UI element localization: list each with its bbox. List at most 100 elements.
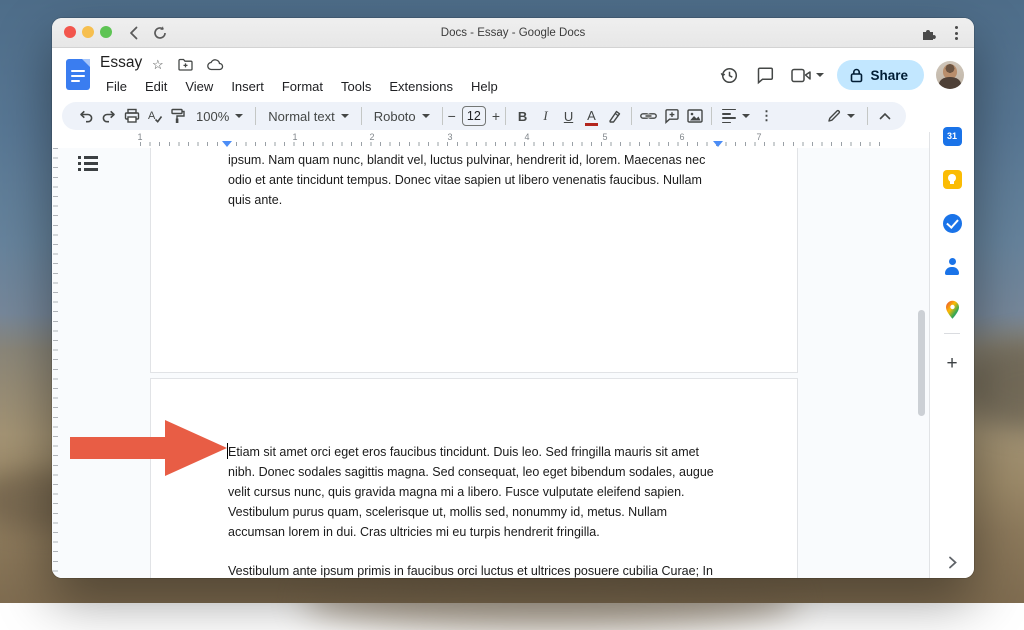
doc-text-line: velit cursus nunc, quis gravida magna mi… — [228, 482, 685, 502]
chevron-down-icon — [341, 114, 349, 118]
chevron-down-icon — [847, 114, 855, 118]
toolbar-separator — [631, 107, 632, 125]
ruler-number: 1 — [292, 132, 297, 142]
underline-button[interactable]: U — [557, 104, 580, 128]
menu-view[interactable]: View — [176, 77, 222, 96]
toolbar-separator — [867, 107, 868, 125]
pen-icon — [827, 109, 841, 123]
document-page-2[interactable]: Etiam sit amet orci eget eros faucibus t… — [150, 378, 798, 578]
increase-font-size-button[interactable]: + — [492, 108, 500, 124]
doc-text-line: accumsan lorem in dui. Cras ultricies mi… — [228, 522, 600, 542]
side-panel-separator — [944, 333, 960, 334]
spell-check-icon[interactable]: A — [143, 104, 166, 128]
paragraph-style-select[interactable]: Normal text — [261, 104, 355, 128]
add-comment-icon[interactable] — [660, 104, 683, 128]
insert-link-icon[interactable] — [637, 104, 660, 128]
desert-dune — [300, 570, 800, 630]
document-page-1[interactable]: ipsum. Nam quam nunc, blandit vel, luctu… — [150, 148, 798, 373]
doc-text-line: Etiam sit amet orci eget eros faucibus t… — [228, 442, 699, 462]
comments-icon[interactable] — [753, 63, 777, 87]
menu-edit[interactable]: Edit — [136, 77, 176, 96]
menu-help[interactable]: Help — [462, 77, 507, 96]
meet-video-call-icon[interactable] — [789, 63, 825, 87]
browser-tab-title: Docs - Essay - Google Docs — [52, 18, 974, 48]
ruler-number: 1 — [137, 132, 142, 142]
show-side-panel-chevron-icon[interactable] — [939, 549, 965, 575]
ruler-ticks — [140, 142, 889, 146]
vertical-scrollbar[interactable] — [918, 310, 925, 416]
left-indent-marker[interactable] — [222, 141, 232, 147]
google-calendar-icon[interactable]: 31 — [939, 123, 965, 149]
google-contacts-icon[interactable] — [939, 254, 965, 280]
google-docs-logo-icon[interactable] — [66, 59, 90, 90]
text-color-button[interactable]: A — [580, 104, 603, 128]
font-family-value: Roboto — [374, 109, 416, 124]
document-canvas[interactable]: ipsum. Nam quam nunc, blandit vel, luctu… — [52, 148, 929, 578]
show-document-outline-icon[interactable] — [78, 156, 98, 174]
google-tasks-icon[interactable] — [939, 210, 965, 236]
insert-image-icon[interactable] — [683, 104, 706, 128]
decrease-font-size-button[interactable]: − — [448, 108, 456, 124]
ruler-number: 5 — [602, 132, 607, 142]
font-size-input[interactable]: 12 — [462, 106, 486, 126]
get-add-ons-button[interactable]: + — [939, 351, 965, 377]
extensions-puzzle-icon[interactable] — [920, 26, 936, 42]
zoom-select[interactable]: 100% — [189, 104, 250, 128]
svg-text:A: A — [148, 110, 156, 122]
paint-format-icon[interactable] — [166, 104, 189, 128]
align-left-icon — [722, 109, 736, 124]
document-status-cloud-icon[interactable] — [207, 59, 224, 71]
bold-button[interactable]: B — [511, 104, 534, 128]
right-indent-marker[interactable] — [713, 141, 723, 147]
browser-menu-icon[interactable] — [955, 26, 958, 40]
zoom-value: 100% — [196, 109, 229, 124]
vertical-ruler — [53, 148, 58, 578]
chevron-down-icon — [422, 114, 430, 118]
browser-window: Docs - Essay - Google Docs Essay ☆ File … — [52, 18, 974, 578]
star-icon[interactable]: ☆ — [152, 57, 164, 73]
menu-format[interactable]: Format — [273, 77, 332, 96]
print-icon[interactable] — [120, 104, 143, 128]
google-keep-icon[interactable] — [939, 166, 965, 192]
toolbar-more-icon[interactable]: ⋮ — [755, 104, 778, 128]
annotation-arrow — [70, 420, 228, 476]
menu-insert[interactable]: Insert — [222, 77, 273, 96]
document-title[interactable]: Essay — [100, 54, 142, 72]
horizontal-ruler[interactable]: 1 1 2 3 4 5 6 7 — [52, 132, 929, 148]
share-button[interactable]: Share — [837, 60, 924, 90]
doc-text-line: odio et ante tincidunt tempus. Donec vit… — [228, 170, 702, 190]
doc-text-line: Vestibulum ante ipsum primis in faucibus… — [228, 561, 713, 578]
ruler-number: 4 — [524, 132, 529, 142]
hide-menus-chevron-icon[interactable] — [873, 104, 896, 128]
google-maps-icon[interactable] — [939, 297, 965, 323]
browser-titlebar: Docs - Essay - Google Docs — [52, 18, 974, 48]
workspace-side-panel: 31 + — [930, 101, 974, 578]
toolbar-separator — [442, 107, 443, 125]
move-to-folder-icon[interactable] — [178, 58, 193, 71]
menu-extensions[interactable]: Extensions — [380, 77, 462, 96]
ruler-number: 3 — [447, 132, 452, 142]
menu-bar: File Edit View Insert Format Tools Exten… — [97, 77, 507, 96]
chevron-down-icon[interactable] — [816, 73, 824, 77]
toolbar-separator — [711, 107, 712, 125]
editing-mode-select[interactable] — [820, 104, 862, 128]
align-select[interactable] — [717, 104, 755, 128]
ruler-number: 6 — [679, 132, 684, 142]
toolbar-separator — [255, 107, 256, 125]
ruler-number: 7 — [756, 132, 761, 142]
menu-file[interactable]: File — [97, 77, 136, 96]
paragraph-style-value: Normal text — [268, 109, 334, 124]
doc-text-line: quis ante. — [228, 190, 282, 210]
italic-button[interactable]: I — [534, 104, 557, 128]
chevron-down-icon — [742, 114, 750, 118]
formatting-toolbar: A 100% Normal text Roboto − 12 + B I U A — [62, 102, 906, 130]
menu-tools[interactable]: Tools — [332, 77, 380, 96]
highlight-color-icon[interactable] — [603, 104, 626, 128]
font-family-select[interactable]: Roboto — [367, 104, 437, 128]
version-history-icon[interactable] — [717, 63, 741, 87]
ruler-number: 2 — [369, 132, 374, 142]
account-avatar[interactable] — [936, 61, 964, 89]
doc-text-line: Vestibulum purus quam, scelerisque ut, m… — [228, 502, 667, 522]
undo-icon[interactable] — [74, 104, 97, 128]
redo-icon[interactable] — [97, 104, 120, 128]
